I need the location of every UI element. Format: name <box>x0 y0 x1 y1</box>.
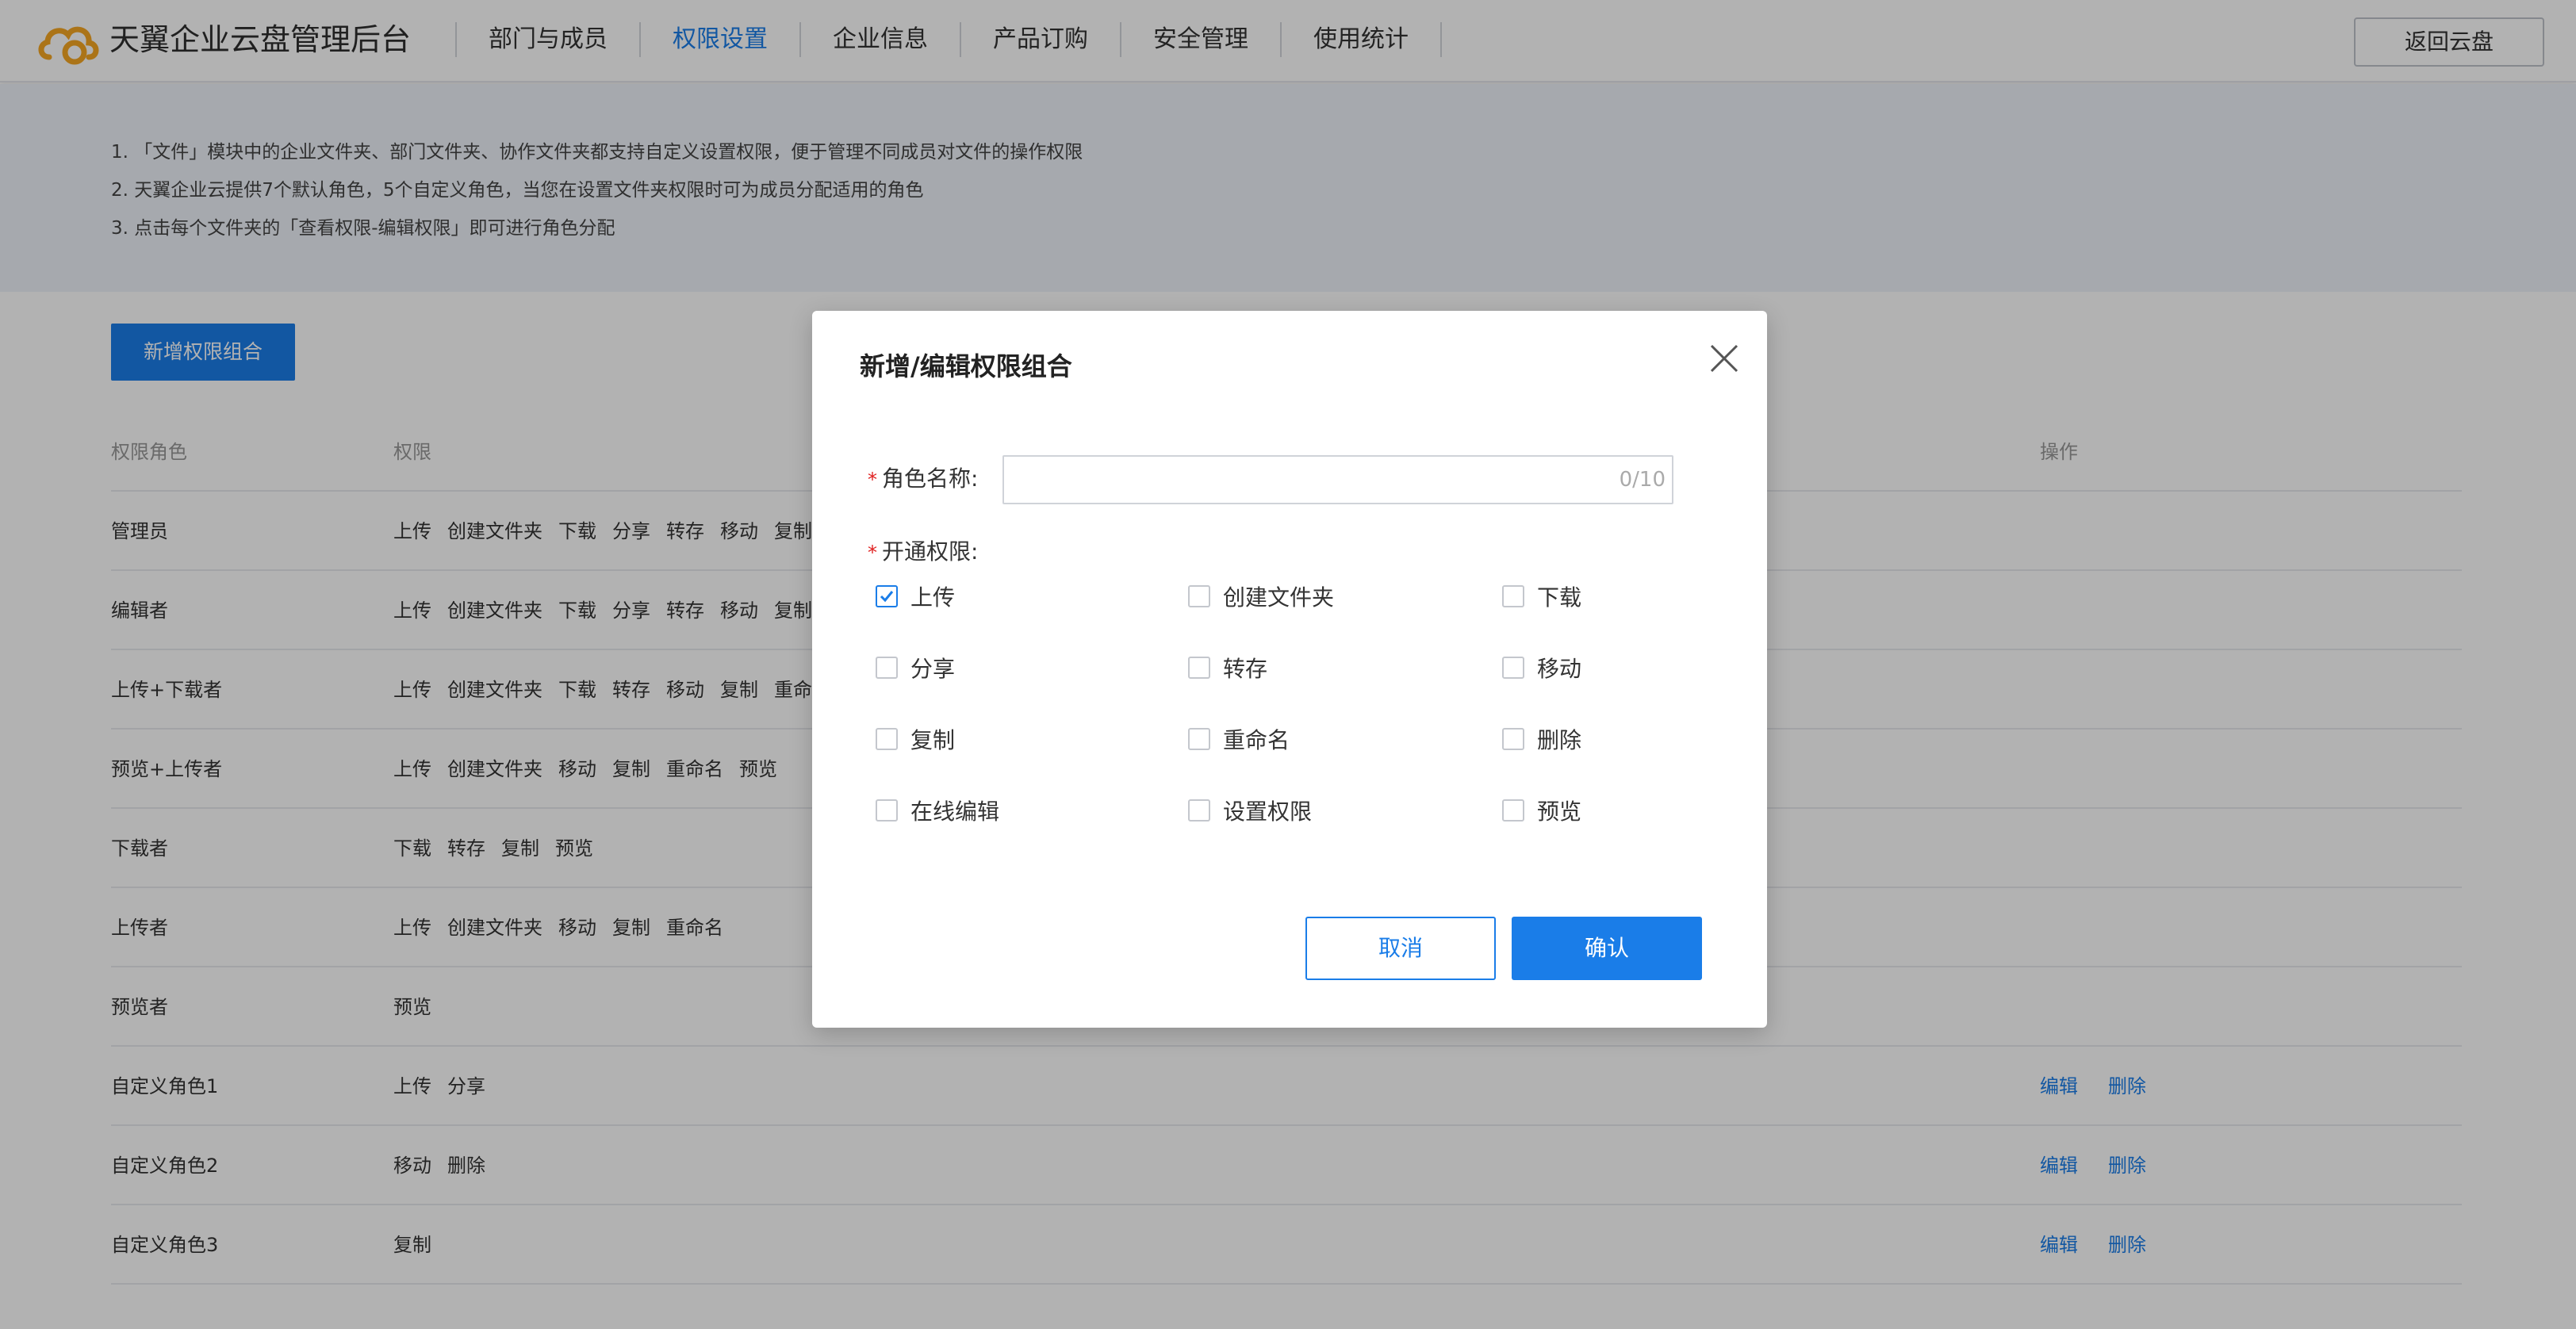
checkbox-unchecked[interactable] <box>876 799 898 822</box>
permission-checkbox-grid: 上传 创建文件夹 下载分享 转存 移动复制 重命名 删除在线编辑 设置权限 预览 <box>876 580 1700 866</box>
checkbox-unchecked[interactable] <box>876 728 898 750</box>
permission-option[interactable]: 创建文件夹 <box>1188 580 1334 612</box>
checkbox-unchecked[interactable] <box>1502 585 1524 607</box>
checkbox-checked[interactable] <box>876 585 898 607</box>
role-name-input[interactable] <box>1002 455 1673 504</box>
permission-option-label: 转存 <box>1223 656 1268 682</box>
permission-option[interactable]: 在线编辑 <box>876 795 999 826</box>
permission-option-label: 预览 <box>1537 799 1582 825</box>
permission-option-label: 复制 <box>910 727 956 753</box>
permission-option[interactable]: 设置权限 <box>1188 795 1312 826</box>
role-name-label: * 角色名称: <box>868 463 978 496</box>
permission-option-label: 设置权限 <box>1223 799 1313 825</box>
permission-row: 在线编辑 设置权限 预览 <box>876 795 1700 866</box>
confirm-button[interactable]: 确认 <box>1512 917 1702 980</box>
permission-option-label: 重命名 <box>1223 727 1290 753</box>
permission-row: 上传 创建文件夹 下载 <box>876 580 1700 652</box>
permission-option[interactable]: 转存 <box>1188 652 1267 684</box>
checkbox-unchecked[interactable] <box>1502 728 1524 750</box>
permission-option-label: 删除 <box>1537 727 1582 753</box>
permission-option[interactable]: 复制 <box>876 723 955 755</box>
checkbox-unchecked[interactable] <box>1502 799 1524 822</box>
checkbox-unchecked[interactable] <box>876 657 898 679</box>
permission-option[interactable]: 上传 <box>876 580 955 612</box>
permission-option-label: 上传 <box>910 584 956 611</box>
permission-row: 复制 重命名 删除 <box>876 723 1700 795</box>
permission-option[interactable]: 分享 <box>876 652 955 684</box>
permission-option[interactable]: 删除 <box>1502 723 1581 755</box>
close-icon[interactable] <box>1705 339 1743 377</box>
role-name-counter: 0/10 <box>1619 468 1666 492</box>
permissions-label: * 开通权限: <box>868 536 978 569</box>
required-mark: * <box>868 469 877 491</box>
permission-option-label: 移动 <box>1537 656 1582 682</box>
dialog-title: 新增/编辑权限组合 <box>860 351 1072 381</box>
checkbox-unchecked[interactable] <box>1188 799 1210 822</box>
cancel-button[interactable]: 取消 <box>1305 917 1496 980</box>
checkbox-unchecked[interactable] <box>1188 585 1210 607</box>
checkbox-unchecked[interactable] <box>1188 657 1210 679</box>
required-mark: * <box>868 542 877 564</box>
permission-row: 分享 转存 移动 <box>876 652 1700 723</box>
checkmark-icon <box>880 591 894 603</box>
role-name-label-text: 角色名称: <box>882 465 979 492</box>
checkbox-unchecked[interactable] <box>1502 657 1524 679</box>
permission-option[interactable]: 移动 <box>1502 652 1581 684</box>
permission-option-label: 在线编辑 <box>910 799 1000 825</box>
permission-option[interactable]: 下载 <box>1502 580 1581 612</box>
permission-option-label: 下载 <box>1537 584 1582 611</box>
permission-option[interactable]: 重命名 <box>1188 723 1290 755</box>
permission-option[interactable]: 预览 <box>1502 795 1581 826</box>
permissions-label-text: 开通权限: <box>882 538 979 565</box>
permission-option-label: 创建文件夹 <box>1223 584 1335 611</box>
permission-group-dialog: 新增/编辑权限组合 * 角色名称: 0/10 * 开通权限: 上传 创建文件夹 下载 分享… <box>812 311 1767 1028</box>
checkbox-unchecked[interactable] <box>1188 728 1210 750</box>
permission-option-label: 分享 <box>910 656 956 682</box>
